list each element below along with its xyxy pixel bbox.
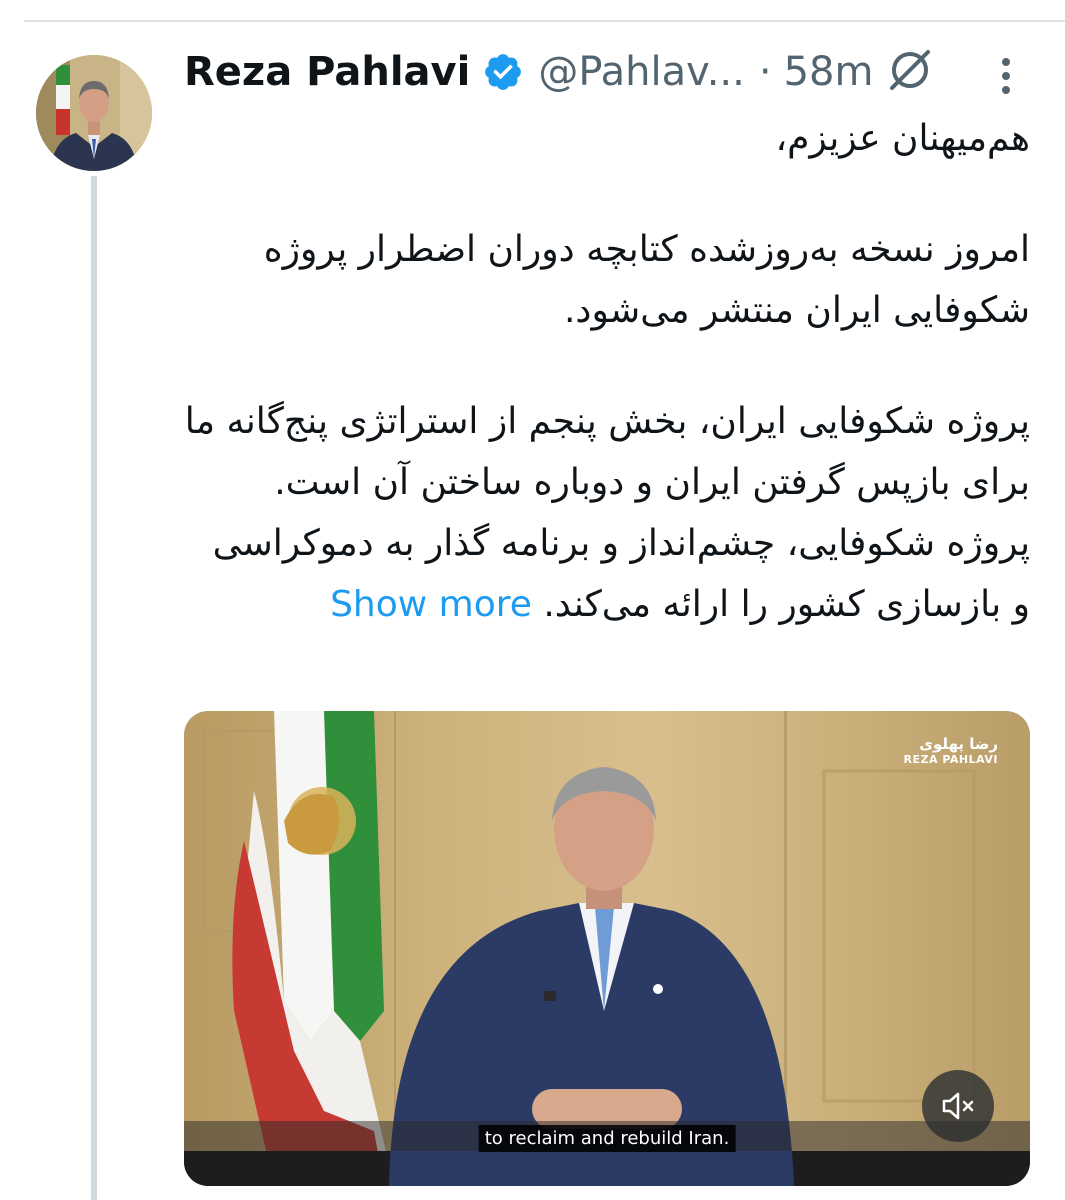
author-name[interactable]: Reza Pahlavi bbox=[184, 49, 470, 95]
tweet-paragraph-text: پروژه شکوفایی ایران، بخش پنجم از استراتژ… bbox=[184, 401, 1030, 625]
volume-muted-icon bbox=[942, 1092, 974, 1120]
author-handle[interactable]: @Pahlav... bbox=[538, 49, 745, 95]
mute-button[interactable] bbox=[922, 1070, 994, 1142]
watermark-persian: رضا پهلوی bbox=[919, 735, 998, 753]
tweet-paragraph: پروژه شکوفایی ایران، بخش پنجم از استراتژ… bbox=[184, 391, 1030, 635]
watermark-english: REZA PAHLAVI bbox=[903, 753, 998, 766]
timestamp[interactable]: 58m bbox=[784, 49, 874, 95]
tweet-paragraph: هم‌میهنان عزیزم، bbox=[775, 118, 1030, 159]
tweet-text: هم‌میهنان عزیزم، امروز نسخه به‌روزشده کت… bbox=[184, 108, 1030, 635]
separator-dot: · bbox=[758, 49, 772, 95]
thread-line bbox=[91, 176, 97, 1200]
show-more-link[interactable]: Show more bbox=[330, 584, 532, 625]
video-caption: to reclaim and rebuild Iran. bbox=[478, 1125, 736, 1152]
video-watermark: رضا پهلوی REZA PAHLAVI bbox=[904, 735, 998, 766]
verified-badge-icon bbox=[482, 51, 524, 93]
more-vertical-icon[interactable] bbox=[992, 54, 1020, 98]
tweet-paragraph: امروز نسخه به‌روزشده کتابچه دوران اضطرار… bbox=[263, 229, 1030, 331]
video-frame bbox=[184, 711, 1030, 1186]
tweet-header: Reza Pahlavi @Pahlav... · 58m bbox=[184, 44, 873, 100]
grok-icon[interactable] bbox=[886, 46, 934, 94]
tweet-video[interactable]: رضا پهلوی REZA PAHLAVI to reclaim and re… bbox=[184, 711, 1030, 1186]
top-divider bbox=[24, 20, 1065, 22]
avatar[interactable] bbox=[36, 55, 152, 171]
